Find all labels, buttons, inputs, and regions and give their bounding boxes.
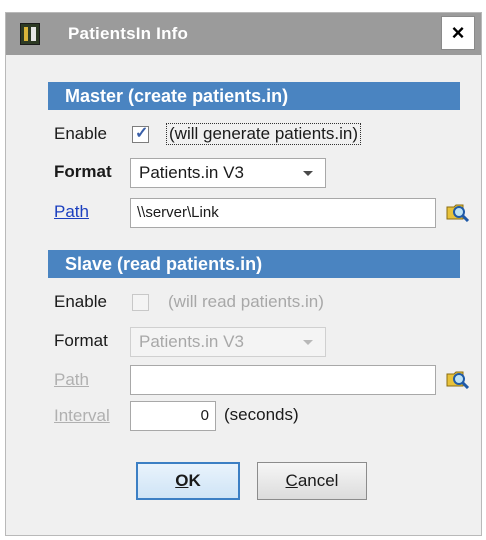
ok-button[interactable]: OK	[136, 462, 240, 500]
slave-format-value: Patients.in V3	[139, 332, 244, 351]
cancel-label-rest: ancel	[297, 471, 339, 490]
ok-mnemonic: O	[175, 471, 189, 490]
slave-enable-checkbox[interactable]	[132, 294, 149, 311]
slave-format-label: Format	[54, 331, 108, 350]
chevron-down-icon	[303, 340, 313, 345]
title-bar[interactable]: PatientsIn Info ×	[6, 13, 481, 55]
cancel-mnemonic: C	[285, 471, 298, 490]
master-format-select[interactable]: Patients.in V3	[130, 158, 326, 188]
folder-search-icon[interactable]	[446, 202, 470, 222]
master-enable-text[interactable]: (will generate patients.in)	[166, 123, 361, 145]
master-format-value: Patients.in V3	[139, 163, 244, 182]
master-format-label: Format	[54, 162, 112, 181]
master-section-header: Master (create patients.in)	[48, 82, 460, 110]
slave-interval-link[interactable]: Interval	[54, 406, 110, 426]
slave-enable-label: Enable	[54, 292, 107, 311]
slave-enable-text: (will read patients.in)	[168, 292, 324, 311]
slave-path-input[interactable]	[130, 365, 436, 395]
master-path-input[interactable]: \\server\Link	[130, 198, 436, 228]
cancel-button[interactable]: Cancel	[257, 462, 367, 500]
slave-interval-input[interactable]: 0	[130, 401, 216, 431]
master-enable-label: Enable	[54, 124, 107, 143]
close-icon: ×	[451, 20, 465, 45]
chevron-down-icon	[303, 171, 313, 176]
ok-label-rest: K	[188, 471, 201, 490]
folder-search-icon[interactable]	[446, 369, 470, 389]
master-enable-checkbox[interactable]: ✓	[132, 125, 149, 143]
close-button[interactable]: ×	[441, 16, 475, 50]
patientsin-info-dialog: PatientsIn Info × Master (create patient…	[5, 12, 482, 536]
slave-section-header: Slave (read patients.in)	[48, 250, 460, 278]
slave-format-select[interactable]: Patients.in V3	[130, 327, 326, 357]
interval-unit-label: (seconds)	[224, 405, 299, 424]
app-icon	[20, 23, 40, 45]
slave-path-link[interactable]: Path	[54, 370, 89, 390]
slave-interval-value: 0	[200, 407, 209, 424]
master-path-link[interactable]: Path	[54, 202, 89, 222]
checkmark-icon: ✓	[135, 125, 149, 142]
window-title: PatientsIn Info	[68, 24, 189, 43]
master-path-value: \\server\Link	[137, 204, 219, 221]
